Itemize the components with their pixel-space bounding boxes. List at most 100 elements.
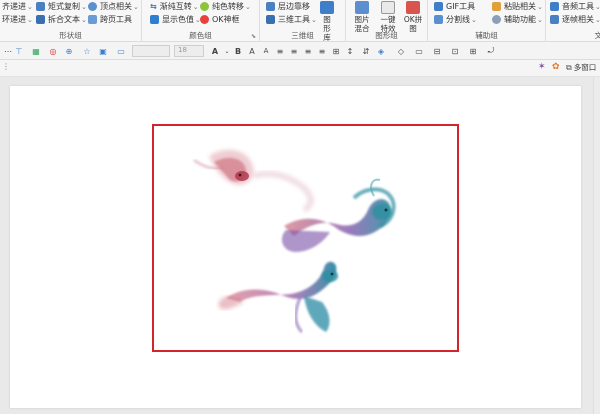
settings-icon[interactable]: ✿ (552, 62, 560, 72)
text-direction-icon[interactable]: ⇵ (362, 45, 370, 57)
ribbon-item-label: 层边靠移 (278, 2, 310, 11)
image-blend-button[interactable]: 图片混合 (350, 1, 374, 33)
ribbon-item-label: 渐纯互转 (160, 1, 199, 12)
ribbon-item-qi-dijin[interactable]: 齐递进 (2, 1, 33, 12)
ok-frame-icon (200, 15, 209, 24)
window-icon: ⧉ (566, 62, 572, 72)
align-center-icon[interactable]: ≡ (290, 45, 298, 57)
color-transfer-icon (200, 2, 209, 11)
group-label: 文 (594, 31, 600, 40)
star-icon[interactable]: ☆ (82, 45, 92, 57)
ribbon-item-label: 显示色值 (162, 14, 201, 25)
ribbon-item-ok-frame[interactable]: OK神框 (200, 14, 240, 25)
arrange-icon[interactable]: ⊟ (432, 45, 442, 57)
ribbon-item-show-color-value[interactable]: 显示色值 (150, 14, 201, 25)
goldfish-painting (193, 149, 396, 334)
expand-icon[interactable]: ⊕ (64, 45, 74, 57)
font-name-field[interactable] (132, 45, 170, 57)
group-label: 颜色组 (189, 31, 212, 40)
ribbon-item-cross-page[interactable]: 跨页工具 (88, 14, 132, 25)
red-fish (193, 149, 254, 185)
ribbon-item-audio[interactable]: 音频工具 (550, 1, 600, 12)
effect-icon (381, 1, 395, 14)
group-label: 形状组 (59, 31, 82, 40)
bold-icon[interactable]: B (234, 45, 242, 57)
text-group: 音频工具 逐帧相关 文 (546, 0, 600, 42)
dialog-launcher-icon[interactable]: ⬊ (251, 33, 256, 40)
align-left-icon[interactable]: ≡ (276, 45, 284, 57)
divider-line-icon (434, 15, 443, 24)
ribbon-item-label: 音频工具 (562, 1, 600, 12)
pin-icon[interactable]: ⊤ (14, 45, 24, 57)
font-size-field[interactable]: 18 (174, 45, 204, 57)
frame-icon (550, 15, 559, 24)
ribbon-item-divider-line[interactable]: 分割线 (434, 14, 477, 25)
vertical-scrollbar[interactable] (593, 77, 600, 414)
ribbon-item-vertex[interactable]: 顶点相关 (88, 1, 139, 12)
rectangle-copy-icon (36, 2, 45, 11)
ribbon-item-label: 顶点相关 (100, 1, 139, 12)
audio-icon (550, 2, 559, 11)
teal-fish (281, 178, 396, 252)
ribbon-item-paste[interactable]: 粘贴相关 (492, 1, 543, 12)
target-icon[interactable]: ◎ (48, 45, 58, 57)
ribbon-item-huan-dijin[interactable]: 环递进 (2, 14, 33, 25)
ribbon-item-label: 环递进 (2, 14, 33, 25)
font-color-icon[interactable]: A (210, 45, 220, 57)
selected-picture[interactable] (152, 124, 459, 352)
highlight-icon[interactable]: ▦ (30, 45, 42, 57)
multi-window-label: 多窗口 (573, 63, 597, 72)
format-toolbar: ⋯ ⊤ ▦ ◎ ⊕ ☆ ▣ ▭ 18 A ⌄ B A A ≡ ≡ ≡ ≡ ⊞ ↕… (0, 42, 600, 60)
slide-workspace (0, 77, 600, 414)
vertex-icon (88, 2, 97, 11)
shape-group: 齐递进 矩式复制 顶点相关 环递进 拆合文本 跨页工具 形状组 (0, 0, 142, 42)
group-label: 辅助组 (475, 31, 498, 40)
ribbon-item-gradient-solid[interactable]: ⇆ 渐纯互转 (150, 1, 199, 12)
cross-page-icon (88, 15, 97, 24)
group-icon[interactable]: ⊡ (450, 45, 460, 57)
ribbon-item-gif-tools[interactable]: GIF工具 (434, 1, 475, 12)
assist-icon (492, 15, 501, 24)
ribbon-item-assist-functions[interactable]: 辅助功能 (492, 14, 543, 25)
sparkle-icon[interactable]: ✶ (538, 62, 546, 72)
ribbon-item-label: 齐递进 (2, 1, 33, 12)
ribbon-item-label: OK神框 (212, 15, 240, 24)
outline-icon[interactable]: ◇ (396, 45, 406, 57)
shape-tool-icon[interactable]: ⋯ (4, 45, 12, 57)
frame-icon[interactable]: ▭ (116, 45, 126, 57)
font-size-value: 18 (178, 46, 187, 54)
ok-puzzle-button[interactable]: OK拼图 (402, 1, 424, 33)
ribbon-item-3d-tools[interactable]: 三维工具 (266, 14, 317, 25)
ink-streak (253, 170, 314, 213)
align-objects-icon[interactable]: ⊞ (468, 45, 478, 57)
slide-canvas[interactable] (10, 86, 581, 408)
align-right-icon[interactable]: ≡ (304, 45, 312, 57)
multi-window-button[interactable]: ⧉ 多窗口 (566, 62, 596, 73)
effects-icon[interactable]: ▭ (414, 45, 424, 57)
picture-icon[interactable]: ▣ (98, 45, 108, 57)
ribbon-item-label: 逐帧相关 (562, 14, 600, 25)
ribbon-item-layer-edge[interactable]: 层边靠移 (266, 1, 310, 12)
ribbon-item-solid-transfer[interactable]: 纯色转移 (200, 1, 251, 12)
distribute-icon[interactable]: ⊞ (332, 45, 340, 57)
gif-icon (434, 2, 443, 11)
color-value-icon (150, 15, 159, 24)
justify-icon[interactable]: ≡ (318, 45, 326, 57)
assist-group: GIF工具 粘贴相关 分割线 辅助功能 辅助组 (428, 0, 546, 42)
ribbon-item-frame-by-frame[interactable]: 逐帧相关 (550, 14, 600, 25)
shrink-font-icon[interactable]: A (262, 45, 270, 57)
shape-fill-icon[interactable]: ◈ (376, 45, 386, 57)
ribbon-item-juxing-copy[interactable]: 矩式复制 (36, 1, 87, 12)
ribbon-item-label: 矩式复制 (48, 1, 87, 12)
ribbon-item-split-text[interactable]: 拆合文本 (36, 14, 87, 25)
grow-font-icon[interactable]: A (248, 45, 256, 57)
line-spacing-icon[interactable]: ↕ (346, 45, 354, 57)
group-label: 图形组 (375, 31, 398, 40)
more-icon[interactable]: ⋮ (2, 62, 10, 71)
rotate-icon[interactable]: ⤾ (486, 45, 496, 57)
chevron-down-icon[interactable]: ⌄ (224, 45, 230, 57)
threed-group: 层边靠移 三维工具 图形库 三维组 (260, 0, 346, 42)
color-group: ⇆ 渐纯互转 纯色转移 显示色值 OK神框 颜色组 ⬊ (142, 0, 260, 42)
ribbon-item-label: 纯色转移 (212, 1, 251, 12)
one-click-effect-button[interactable]: 一键特效 (376, 1, 400, 33)
